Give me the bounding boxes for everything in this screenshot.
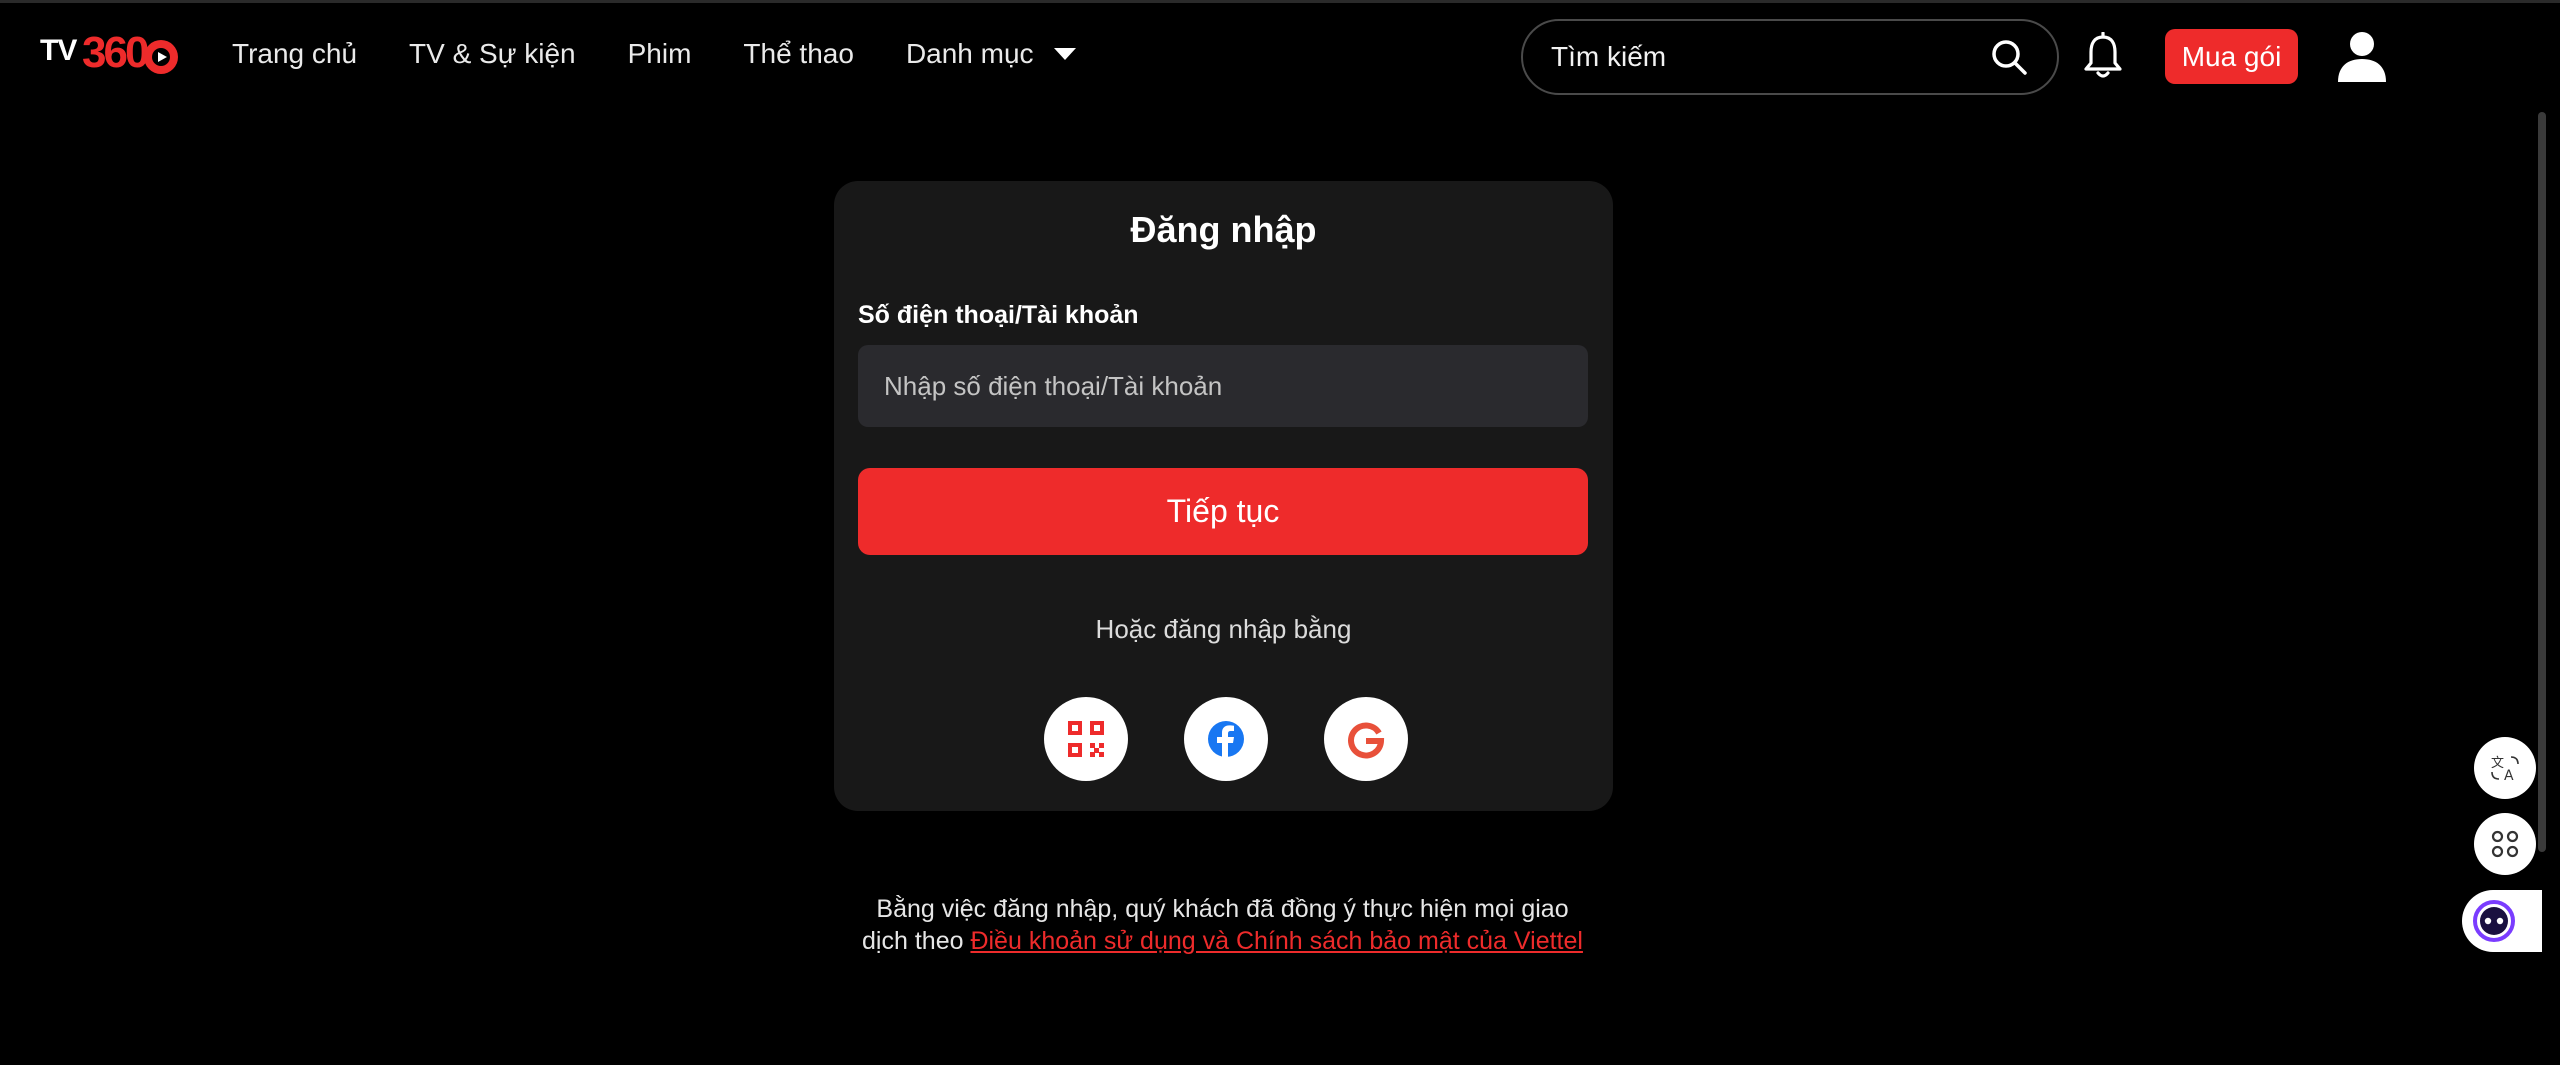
account-field bbox=[858, 345, 1588, 427]
nav-item-categories-label: Danh mục bbox=[905, 38, 1034, 69]
svg-text:文: 文 bbox=[2491, 756, 2504, 771]
account-input[interactable] bbox=[858, 345, 1588, 427]
search-icon[interactable] bbox=[1989, 37, 2029, 77]
social-login-options bbox=[1044, 697, 1408, 781]
login-title: Đăng nhập bbox=[1130, 209, 1317, 250]
site-header: TV 360 Trang chủ TV & Sự kiện Phim Thể t… bbox=[0, 0, 2560, 112]
login-card: Đăng nhập Số điện thoại/Tài khoản Tiếp t… bbox=[834, 181, 1613, 811]
nav-item-movies[interactable]: Phim bbox=[628, 38, 692, 70]
buy-package-button[interactable]: Mua gói bbox=[2165, 29, 2298, 84]
user-avatar-icon[interactable] bbox=[2334, 28, 2390, 84]
continue-button[interactable]: Tiếp tục bbox=[858, 468, 1588, 555]
alt-login-label: Hoặc đăng nhập bằng bbox=[1095, 614, 1352, 644]
nav-item-sports[interactable]: Thể thao bbox=[743, 38, 854, 70]
terms-link[interactable]: Điều khoản sử dụng và Chính sách bảo mật… bbox=[970, 927, 1583, 955]
bell-icon[interactable] bbox=[2081, 32, 2125, 80]
account-field-label: Số điện thoại/Tài khoản bbox=[858, 301, 1139, 329]
nav-item-home[interactable]: Trang chủ bbox=[232, 38, 357, 70]
svg-text:A: A bbox=[2504, 768, 2514, 784]
nav-item-categories[interactable]: Danh mục bbox=[906, 38, 1076, 70]
assistant-widget[interactable] bbox=[2462, 890, 2542, 952]
play-icon bbox=[144, 40, 178, 74]
translate-widget[interactable]: 文 A bbox=[2474, 737, 2536, 799]
facebook-icon bbox=[1208, 721, 1244, 757]
grid-icon bbox=[2491, 830, 2519, 858]
facebook-login-button[interactable] bbox=[1184, 697, 1268, 781]
logo-text-tv: TV bbox=[40, 34, 77, 67]
google-icon bbox=[1348, 722, 1385, 759]
tv360-logo[interactable]: TV 360 bbox=[40, 28, 182, 80]
translate-icon: 文 A bbox=[2491, 756, 2519, 784]
main-nav: Trang chủ TV & Sự kiện Phim Thể thao Dan… bbox=[232, 38, 1076, 70]
apps-widget[interactable] bbox=[2474, 813, 2536, 875]
caret-down-icon bbox=[1053, 48, 1076, 60]
terms-notice: Bằng việc đăng nhập, quý khách đã đồng ý… bbox=[860, 893, 1585, 957]
google-login-button[interactable] bbox=[1324, 697, 1408, 781]
nav-item-tv-events[interactable]: TV & Sự kiện bbox=[409, 38, 576, 70]
assistant-icon bbox=[2473, 900, 2515, 942]
qr-code-icon bbox=[1068, 721, 1104, 757]
search-input[interactable] bbox=[1551, 21, 1971, 93]
search-box bbox=[1521, 19, 2059, 95]
qr-login-button[interactable] bbox=[1044, 697, 1128, 781]
page-scrollbar[interactable] bbox=[2538, 112, 2546, 852]
logo-text-360: 360 bbox=[82, 28, 149, 77]
